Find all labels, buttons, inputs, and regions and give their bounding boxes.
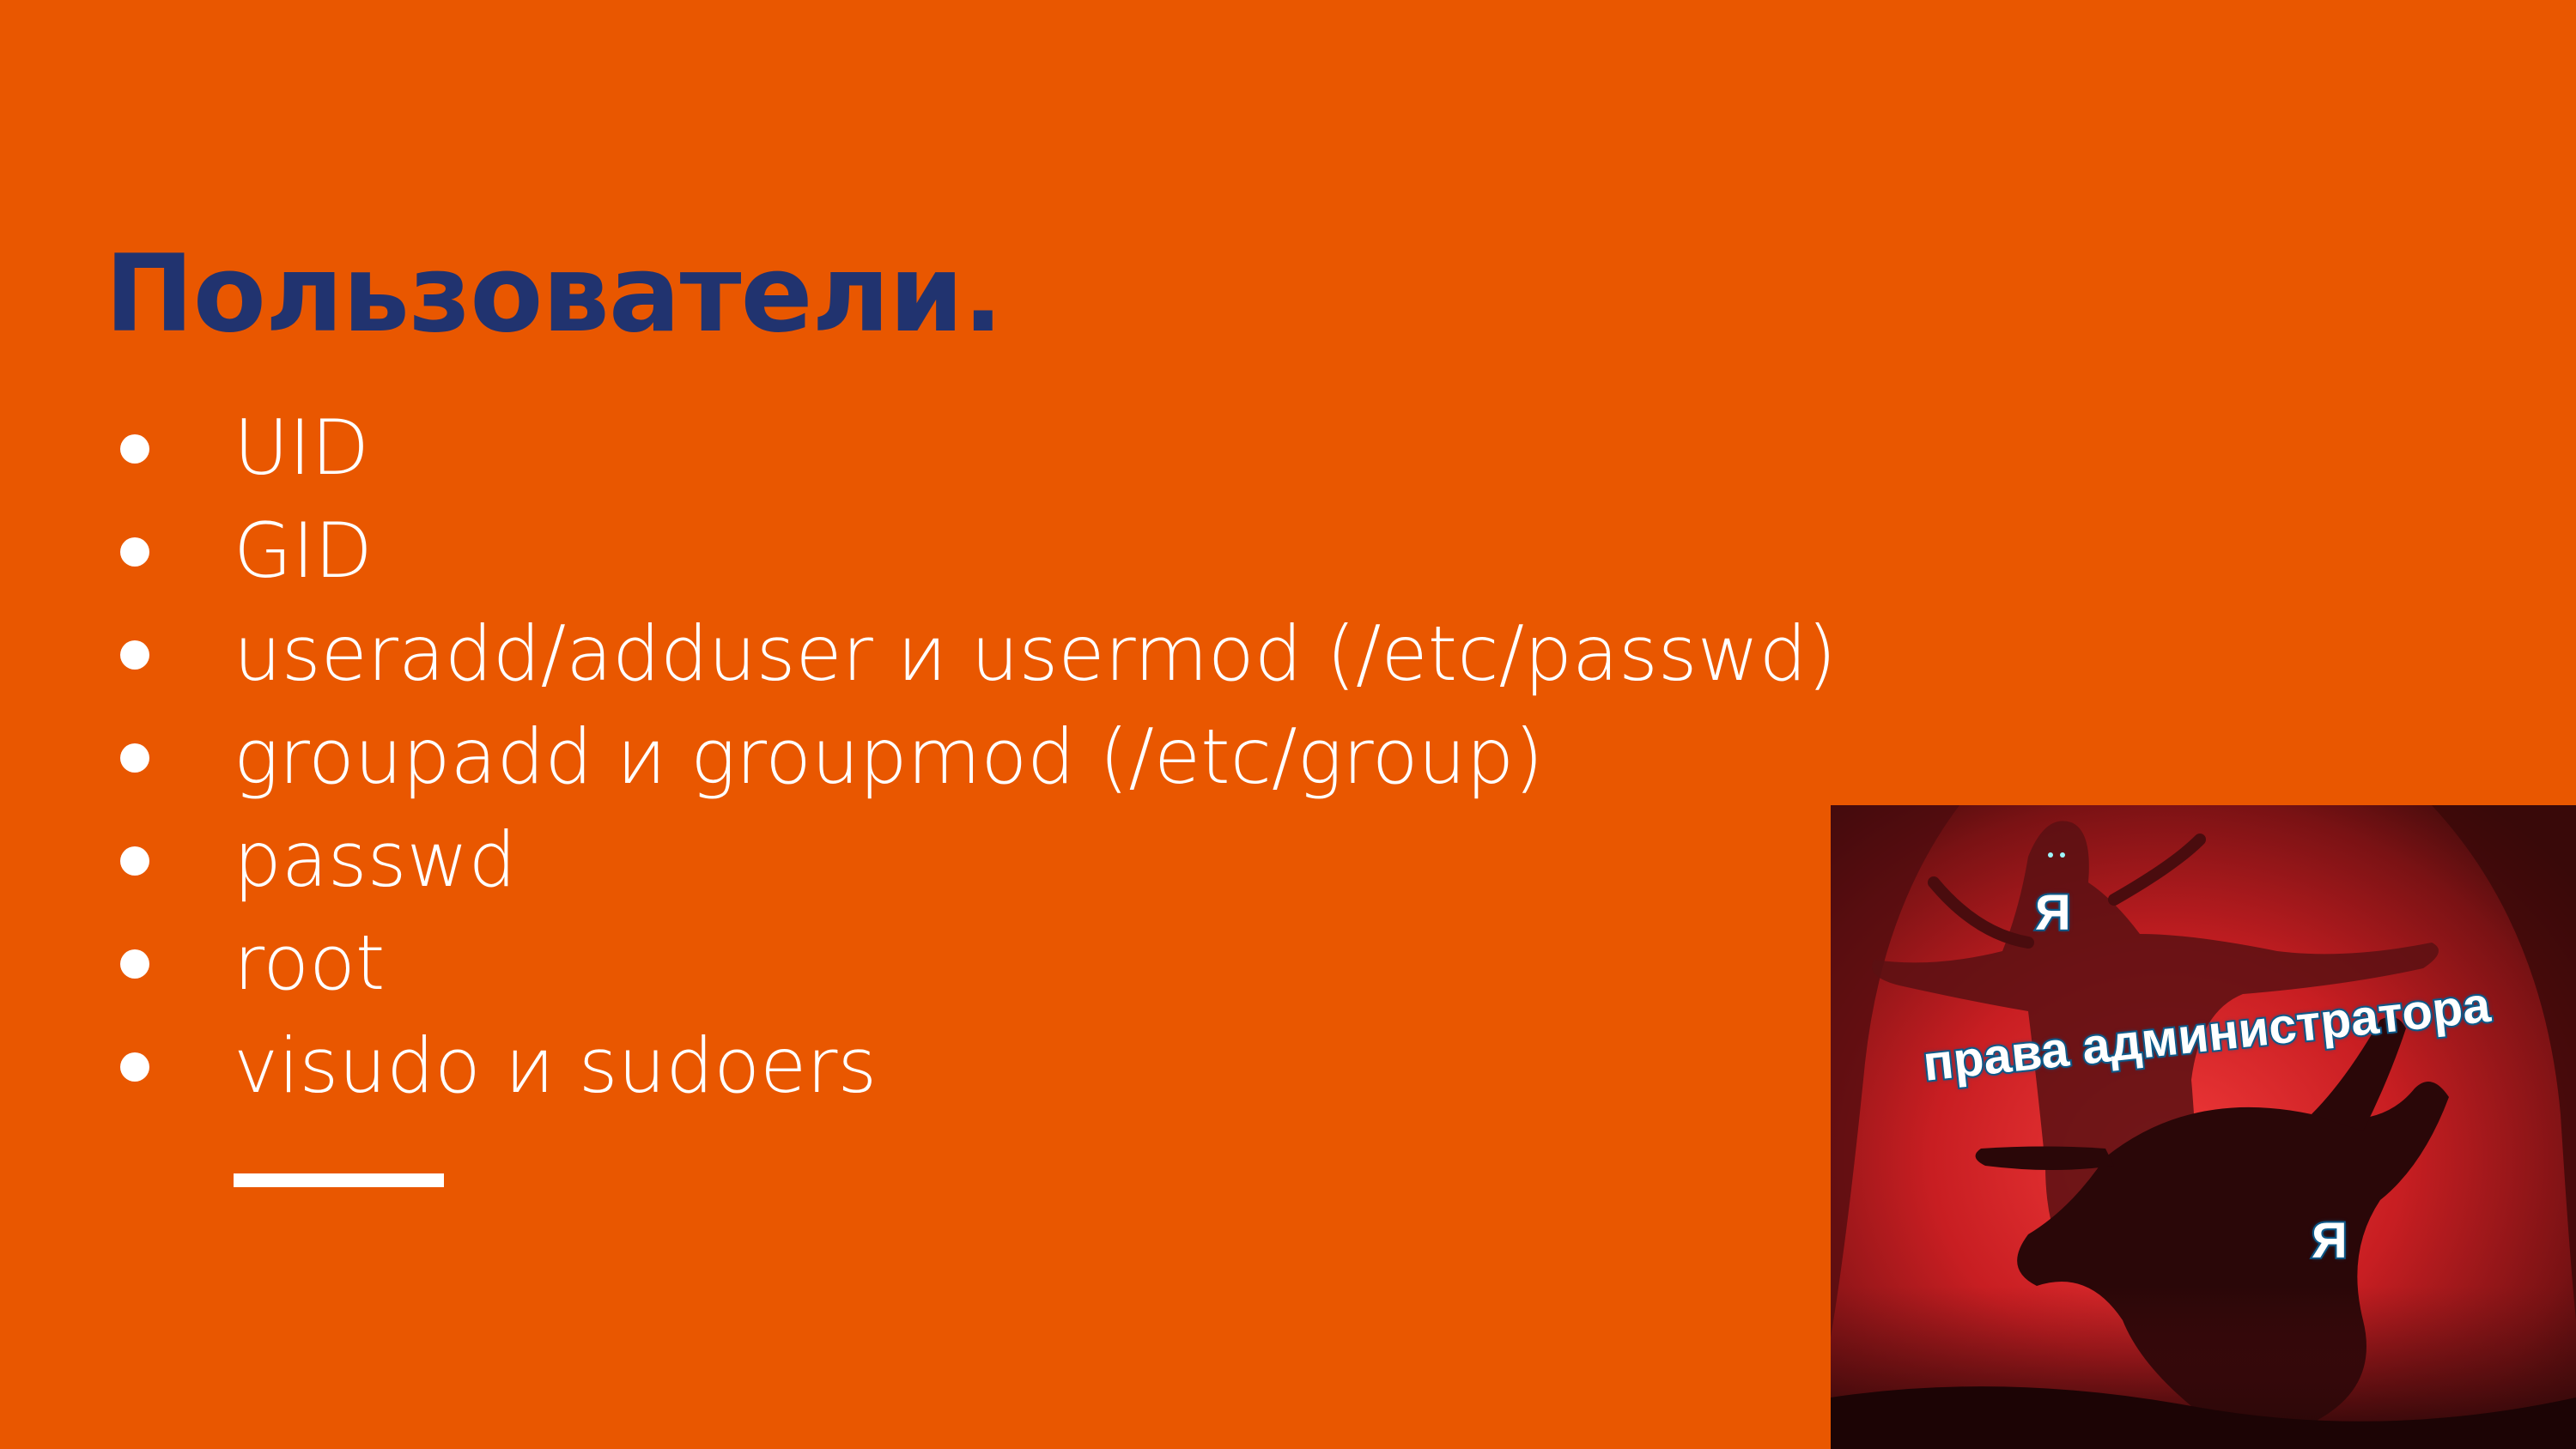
meme-image: Я права администратора Я	[1831, 805, 2576, 1449]
bullet-dot-icon	[120, 537, 149, 567]
bullet-dot-icon	[120, 846, 149, 876]
bullet-text: passwd	[234, 815, 517, 904]
slide-title: Пользователи.	[105, 233, 1003, 356]
bullet-text: useradd/adduser и usermod (/etc/passwd)	[234, 609, 1837, 698]
bullet-text: visudo и sudoers	[234, 1022, 878, 1110]
bullet-text: groupadd и groupmod (/etc/group)	[234, 712, 1544, 801]
bullet-dot-icon	[120, 1052, 149, 1082]
bullet-dot-icon	[120, 640, 149, 670]
meme-label-bottom: Я	[2310, 1211, 2349, 1270]
bullet-text: GID	[234, 506, 373, 595]
bullet-text: root	[234, 919, 386, 1007]
bullet-dot-icon	[120, 434, 149, 464]
meme-label-top: Я	[2033, 883, 2073, 943]
bullet-text: UID	[234, 403, 370, 492]
meme-illustration	[1831, 805, 2576, 1449]
accent-underline	[234, 1173, 444, 1187]
bullet-dot-icon	[120, 743, 149, 773]
slide: Пользователи. UID GID useradd/adduser и …	[0, 0, 2576, 1449]
bullet-dot-icon	[120, 949, 149, 979]
